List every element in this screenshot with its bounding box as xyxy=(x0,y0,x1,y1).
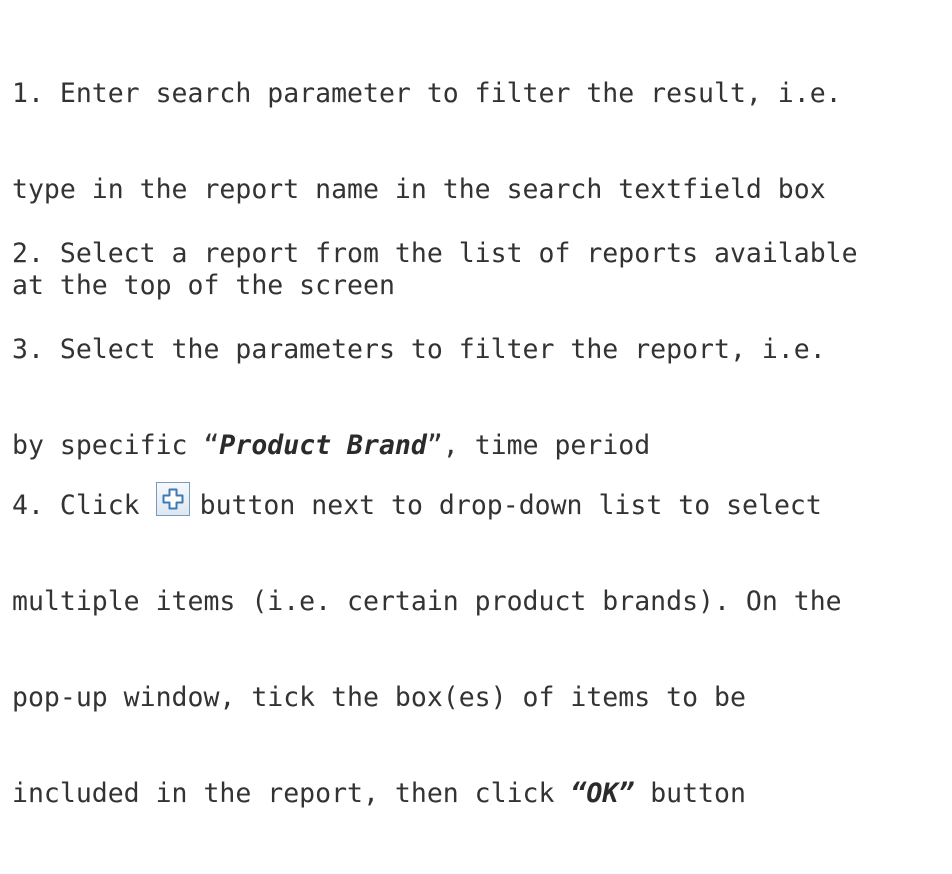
ok-emphasis: “OK” xyxy=(570,778,635,809)
step-4-line-1-suffix: button next to drop-down list to select xyxy=(199,490,822,521)
step-4-line-1: 4. Click button next to drop-down list t… xyxy=(12,482,842,522)
step-4: 4. Click button next to drop-down list t… xyxy=(12,418,842,874)
step-2-line-1: 2. Select a report from the list of repo… xyxy=(12,238,858,269)
step-4-line-3: pop-up window, tick the box(es) of items… xyxy=(12,682,746,713)
step-4-line-4: included in the report, then click “OK” … xyxy=(12,778,842,810)
step-4-line-1-prefix: 4. Click xyxy=(12,490,140,521)
step-4-line-4-suffix: button xyxy=(634,778,746,809)
step-3-line-1: 3. Select the parameters to filter the r… xyxy=(12,334,826,365)
step-1-line-1: 1. Enter search parameter to filter the … xyxy=(12,78,842,109)
step-4-line-4-prefix: included in the report, then click xyxy=(12,778,571,809)
plus-icon xyxy=(162,488,184,510)
plus-button-icon xyxy=(155,482,190,516)
step-4-line-2: multiple items (i.e. certain product bra… xyxy=(12,586,842,617)
